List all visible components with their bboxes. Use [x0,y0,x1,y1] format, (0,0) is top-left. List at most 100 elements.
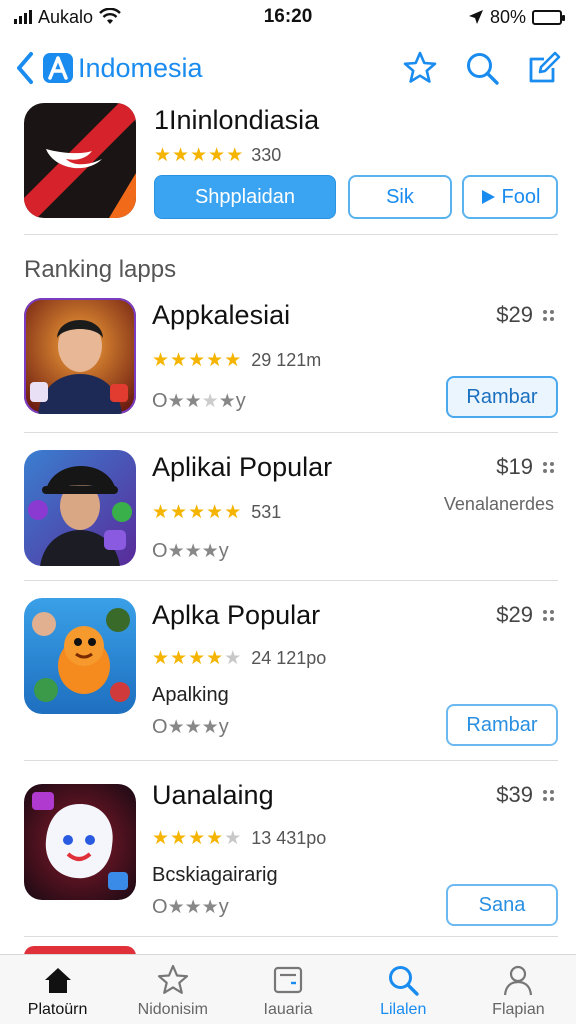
rating-meta: 13 431po [251,828,327,848]
list-item[interactable]: Aplka Popular $29 ★ ★ ★ ★ ★ 24 121po Apalkin… [24,598,558,746]
app-name: Appkalesiai [152,300,291,330]
app-icon [24,450,136,566]
rating-star: ★ [154,145,172,166]
status-bar: Aukalo 16:20 80% [0,0,576,34]
search-icon[interactable] [464,50,500,86]
app-name: Aplikai Popular [152,452,333,482]
star-rating: ★ ★ ★ ★ ★ [154,146,243,165]
rating-star: ★ [188,350,206,371]
rating-star: ★ [224,350,242,371]
compose-icon[interactable] [526,50,562,86]
app-logo-image [24,784,136,900]
app-action-button[interactable]: Sana [446,884,558,926]
app-action-button[interactable]: Rambar [446,376,558,418]
tab-label: Nidonisim [137,1001,208,1018]
list-item[interactable]: Aplikai Popular $19 Venalanerdes ★ ★ ★ ★ ★ 5… [24,450,558,570]
app-secondary-rating: O ★★★ y [152,896,229,919]
more-icon[interactable] [543,609,554,621]
more-icon[interactable] [543,789,554,801]
rating-star: ★ [190,145,208,166]
divider [24,760,558,761]
rating-star: ★ [170,828,188,849]
star-icon [157,964,188,994]
app-secondary-rating: O ★★★ y [152,540,229,563]
secondary-suffix: y [218,896,229,918]
divider [24,936,558,937]
app-secondary-rating: O ★★★ y [152,716,229,739]
rating-star: ★ [206,502,224,523]
star-icon[interactable] [402,50,438,86]
tab-label: Lilalen [380,1001,427,1018]
secondary-prefix: O [152,896,168,918]
app-rating: ★ ★ ★ ★ ★ 24 121po [152,648,326,669]
star-rating: ★ ★ ★ ★ ★ [152,829,241,848]
app-rating: ★ ★ ★ ★ ★ 29 121m [152,350,321,371]
app-logo-image [24,450,136,566]
app-icon [24,598,136,714]
card-icon [273,966,303,994]
secondary-suffix: y [235,390,246,412]
nav-bar: Indomesia [0,40,576,96]
tab-iauaria[interactable]: Iauaria [230,955,345,1024]
app-rating: ★ ★ ★ ★ ★ 13 431po [152,828,326,849]
rating-star: ★ [206,648,224,669]
app-rating: ★ ★ ★ ★ ★ 531 [152,502,281,523]
rating-star: ★ [188,828,206,849]
tab-flapian[interactable]: Flapian [461,955,576,1024]
home-icon [44,968,71,993]
gray-stars-icon: ★★★★ [167,391,236,412]
divider [24,234,558,235]
app-price: $39 [496,782,554,808]
featured-secondary-button[interactable]: Sik [348,175,452,219]
featured-primary-button[interactable]: Shpplaidan [154,175,336,219]
featured-app-icon[interactable] [24,103,136,218]
rating-star: ★ [152,502,170,523]
list-item[interactable]: Uanalaing $39 ★ ★ ★ ★ ★ 13 431po Bcskiagaira… [24,778,558,928]
gray-stars-icon: ★★★ [167,717,219,738]
app-secondary-rating: O ★★★★ y [152,390,246,413]
rating-star: ★ [170,648,188,669]
tab-label: Platoürn [27,1001,88,1018]
featured-play-button[interactable]: Fool [462,175,558,219]
price-label: $29 [496,302,533,327]
rating-star: ★ [172,145,190,166]
status-time: 16:20 [263,6,313,27]
app-price: $19 [496,454,554,480]
list-item[interactable]: Appkalesiai $29 ★ ★ ★ ★ ★ 29 121m O ★★★★ y R… [24,298,558,418]
rating-star: ★ [170,350,188,371]
app-subtitle: Apalking [152,684,229,706]
secondary-suffix: y [218,540,229,562]
app-icon [24,298,136,414]
rating-star: ★ [152,350,170,371]
price-label: $29 [496,602,533,627]
app-store-logo-icon [43,53,73,83]
app-name: Uanalaing [152,780,274,810]
app-action-button[interactable]: Rambar [446,704,558,746]
app-logo-image [24,598,136,714]
app-subtitle: Bcskiagairarig [152,864,278,886]
app-name: Aplka Popular [152,600,321,630]
featured-app: 1Ininlondiasia ★ ★ ★ ★ ★ 330 Shpplaidan Sik … [24,103,558,223]
play-button-label: Fool [501,185,541,208]
rating-star: ★ [226,145,244,166]
rating-meta: 29 121m [251,350,322,370]
more-icon[interactable] [543,461,554,473]
tab-nidonisim[interactable]: Nidonisim [115,955,230,1024]
divider [24,432,558,433]
app-price: $29 [496,602,554,628]
back-button[interactable] [14,51,36,85]
price-label: $39 [496,782,533,807]
rating-star: ★ [188,648,206,669]
rating-star: ★ [188,502,206,523]
nav-title: Indomesia [78,52,203,83]
app-logo-image [24,103,136,218]
tab-lilalen[interactable]: Lilalen [346,955,461,1024]
tab-label: Flapian [492,1001,545,1018]
rating-count: 330 [251,145,282,165]
tab-platourn[interactable]: Platoürn [0,955,115,1024]
rating-star: ★ [224,502,242,523]
more-icon[interactable] [543,309,554,321]
chevron-left-icon [17,52,33,84]
search-icon [389,966,419,996]
battery-icon [532,9,565,25]
